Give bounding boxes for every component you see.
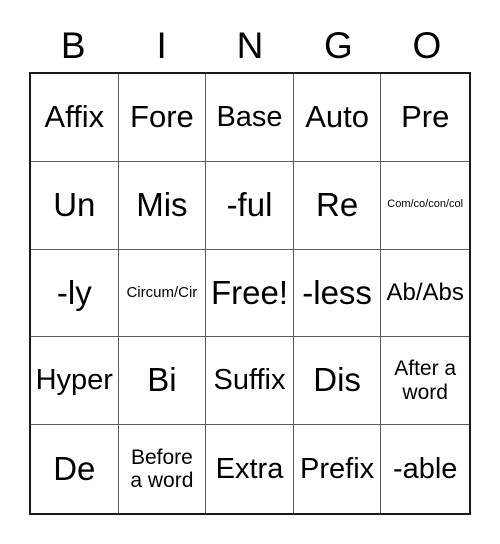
bingo-header-letter-o: O [412,24,442,66]
bingo-cell-r5c1[interactable]: De [31,425,119,513]
bingo-cell-r1c4[interactable]: Auto [293,74,382,162]
bingo-cell-free-space[interactable]: Free! [206,249,294,338]
bingo-cell-label: Free! [210,273,288,311]
bingo-header-letter-i: I [156,24,167,66]
bingo-cell-r2c2[interactable]: Mis [118,161,207,250]
bingo-cell-label: Com/co/con/col [387,198,464,211]
bingo-grid: Affix Fore Base Auto Pre Un Mis -ful Re … [29,72,471,515]
bingo-cell-r4c3[interactable]: Suffix [206,337,294,426]
bingo-cell-r5c2[interactable]: Before a word [118,425,207,513]
bingo-cell-label: Prefix [300,452,375,485]
bingo-header-letter-b: B [60,24,86,66]
bingo-cell-label: Mis [136,185,188,223]
bingo-header-letter-g: G [324,24,353,66]
bingo-cell-r4c4[interactable]: Dis [293,337,382,426]
bingo-cell-r3c4[interactable]: -less [293,249,382,338]
bingo-cell-label: -ful [226,185,273,223]
bingo-cell-label: Hyper [35,364,113,397]
bingo-header-row: B I N G O [29,18,471,72]
bingo-cell-r5c3[interactable]: Extra [206,425,294,513]
bingo-cell-r1c5[interactable]: Pre [381,74,469,162]
bingo-cell-r2c1[interactable]: Un [31,161,119,250]
bingo-header-letter-n: N [236,24,264,66]
bingo-cell-label: -able [392,452,458,485]
bingo-cell-label: Extra [215,452,284,485]
bingo-cell-r1c2[interactable]: Fore [118,74,207,162]
bingo-cell-r3c2[interactable]: Circum/Cir [118,249,207,338]
bingo-cell-r3c5[interactable]: Ab/Abs [381,249,469,338]
bingo-cell-label: After a word [394,357,457,404]
bingo-cell-label: Circum/Cir [126,284,198,302]
bingo-cell-label: Dis [313,361,361,399]
bingo-cell-r4c1[interactable]: Hyper [31,337,119,426]
bingo-cell-label: Un [53,185,96,223]
bingo-cell-label: Auto [305,98,369,134]
bingo-cell-r5c5[interactable]: -able [381,425,469,513]
bingo-cell-r1c3[interactable]: Base [206,74,294,162]
bingo-cell-r2c4[interactable]: Re [293,161,382,250]
bingo-cell-r4c2[interactable]: Bi [118,337,207,426]
bingo-cell-r3c1[interactable]: -ly [31,249,119,338]
bingo-cell-r2c5[interactable]: Com/co/con/col [381,161,469,250]
bingo-cell-label: Re [316,185,359,223]
bingo-cell-label: Affix [44,98,105,134]
bingo-cell-label: De [53,449,96,487]
bingo-cell-r4c5[interactable]: After a word [381,337,469,426]
bingo-cell-label: -less [302,273,372,311]
bingo-cell-label: -ly [56,273,92,311]
bingo-cell-label: Pre [401,98,450,134]
bingo-cell-r1c1[interactable]: Affix [31,74,119,162]
bingo-cell-label: Bi [147,361,177,399]
bingo-cell-label: Base [216,101,283,134]
bingo-cell-label: Fore [130,98,194,134]
bingo-card: B I N G O Affix Fore Base Auto Pre Un Mi… [0,0,500,544]
bingo-cell-label: Before a word [130,445,194,493]
bingo-cell-label: Ab/Abs [386,279,464,307]
bingo-cell-r2c3[interactable]: -ful [206,161,294,250]
bingo-cell-r5c4[interactable]: Prefix [293,425,382,513]
bingo-cell-label: Suffix [213,364,286,397]
